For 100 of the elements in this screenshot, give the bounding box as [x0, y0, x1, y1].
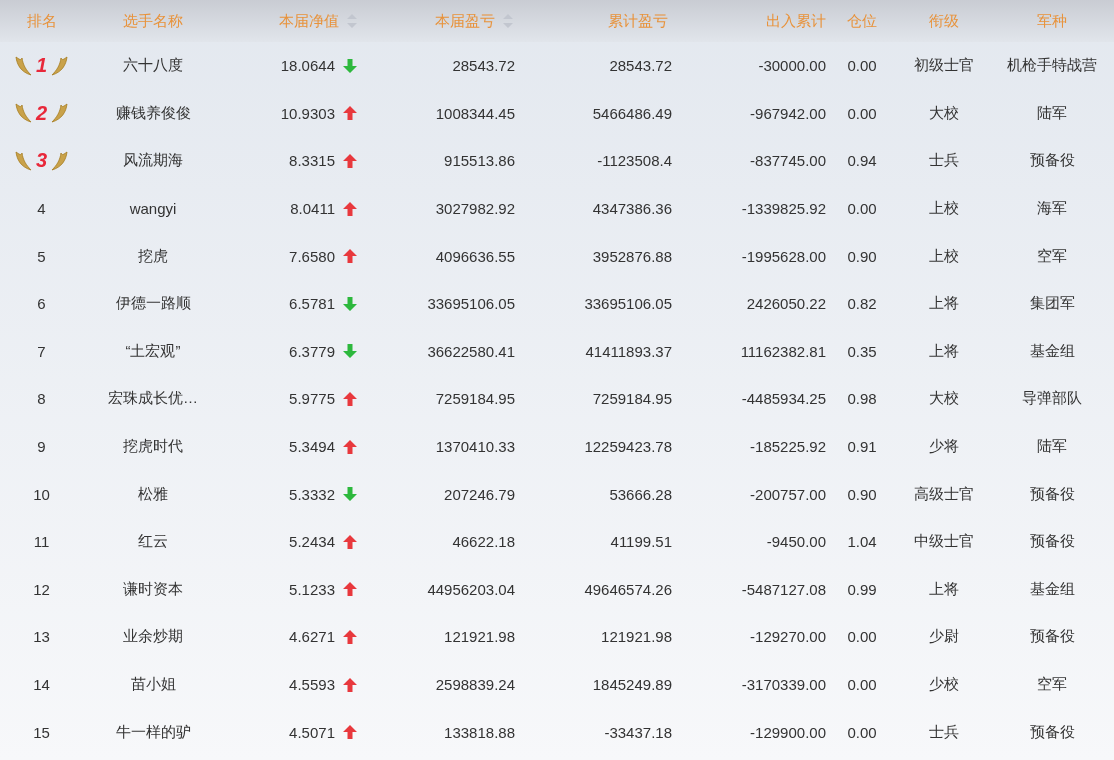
net-flow-value: -9450.00 — [766, 533, 826, 551]
branch-text: 集团军 — [1029, 294, 1075, 314]
net-flow-value: -185225.92 — [750, 438, 826, 456]
rank-number: 6 — [37, 295, 46, 313]
total-profit-value: 3952876.88 — [592, 247, 672, 265]
position-value: 0.91 — [847, 438, 877, 456]
player-name: 松雅 — [138, 484, 168, 504]
profit-value: 207246.79 — [444, 485, 515, 503]
total-profit-value: 7259184.95 — [592, 390, 672, 408]
total-profit-value: 5466486.49 — [592, 104, 672, 122]
column-header: 累计盈亏 — [608, 11, 668, 31]
net-flow-value: -200757.00 — [750, 485, 826, 503]
total-profit-value: 33695106.05 — [584, 295, 672, 313]
rank-number: 14 — [33, 676, 50, 693]
player-name: 挖虎时代 — [123, 437, 183, 457]
position-value: 0.99 — [847, 580, 877, 598]
rank-number: 2 — [35, 101, 48, 125]
position-value: 0.98 — [847, 390, 877, 408]
sortable-column-header[interactable]: 本届盈亏 — [435, 11, 513, 31]
sort-icon[interactable] — [347, 14, 357, 28]
grade-text: 少将 — [929, 437, 959, 457]
net-value: 8.0411 — [290, 200, 335, 218]
profit-value: 121921.98 — [444, 628, 515, 646]
rank-number: 7 — [37, 342, 46, 360]
grade-text: 上将 — [929, 341, 959, 361]
player-name: 业余炒期 — [123, 627, 183, 647]
rank-number: 10 — [33, 485, 50, 503]
player-name: 苗小姐 — [130, 675, 176, 694]
player-name: 牛一样的驴 — [115, 722, 191, 742]
player-name: 赚钱养俊俊 — [115, 103, 191, 123]
total-profit-value: 121921.98 — [601, 628, 672, 646]
profit-value: 133818.88 — [444, 723, 515, 741]
player-name: 风流期海 — [123, 151, 183, 171]
profit-value: 915513.86 — [444, 152, 515, 170]
net-value: 5.3494 — [289, 438, 335, 456]
position-value: 0.00 — [847, 57, 877, 75]
grade-text: 上校 — [929, 199, 959, 219]
profit-value: 1370410.33 — [435, 438, 515, 456]
rank-number: 3 — [35, 149, 48, 173]
laurel-icon — [13, 150, 34, 172]
net-flow-value: -5487127.08 — [741, 580, 826, 598]
profit-value: 2598839.24 — [435, 676, 515, 693]
total-profit-value: 12259423.78 — [584, 438, 672, 456]
total-profit-value: 49646574.26 — [584, 580, 672, 598]
net-value: 10.9303 — [280, 104, 335, 122]
player-name: 挖虎 — [138, 246, 168, 266]
player-name: 六十八度 — [123, 56, 183, 76]
rank-number: 12 — [33, 580, 50, 598]
rank-number: 11 — [33, 533, 50, 551]
profit-value: 33695106.05 — [427, 295, 515, 313]
branch-text: 预备役 — [1029, 532, 1075, 552]
rank-number: 4 — [37, 200, 46, 218]
column-header: 军种 — [1037, 11, 1067, 31]
net-value: 6.5781 — [289, 295, 335, 313]
net-flow-value: -30000.00 — [758, 57, 826, 75]
player-name: “土宏观” — [125, 341, 181, 361]
net-value: 8.3315 — [289, 152, 335, 170]
net-value: 4.5071 — [289, 723, 335, 741]
player-name: 红云 — [138, 532, 168, 552]
grade-text: 大校 — [929, 389, 959, 409]
position-value: 0.00 — [847, 723, 877, 741]
column-header: 出入累计 — [766, 11, 826, 31]
net-flow-value: 2426050.22 — [746, 295, 826, 313]
rank-number: 13 — [33, 628, 50, 646]
sort-icon[interactable] — [503, 14, 513, 28]
grade-text: 高级士官 — [914, 484, 974, 504]
laurel-icon — [49, 102, 70, 125]
total-profit-value: 1845249.89 — [592, 676, 672, 693]
laurel-icon — [13, 102, 34, 125]
net-flow-value: -837745.00 — [750, 152, 826, 170]
profit-value: 28543.72 — [452, 57, 515, 75]
net-flow-value: -129900.00 — [750, 723, 826, 741]
branch-text: 导弹部队 — [1022, 389, 1082, 409]
total-profit-value: 41411893.37 — [585, 342, 672, 360]
net-flow-value: -129270.00 — [750, 628, 826, 646]
profit-value: 4096636.55 — [435, 247, 515, 265]
grade-text: 初级士官 — [914, 56, 974, 76]
total-profit-value: -33437.18 — [604, 723, 672, 741]
laurel-icon — [13, 54, 34, 77]
net-flow-value: 11162382.81 — [740, 342, 826, 360]
total-profit-value: 4347386.36 — [592, 200, 672, 218]
rank-number: 5 — [37, 247, 46, 265]
grade-text: 少校 — [929, 675, 959, 694]
profit-value: 3027982.92 — [435, 200, 515, 218]
position-value: 0.00 — [847, 676, 877, 693]
rank-number: 8 — [37, 390, 46, 408]
sortable-column-header[interactable]: 本届净值 — [279, 11, 357, 31]
position-value: 0.35 — [847, 342, 877, 360]
grade-text: 士兵 — [929, 151, 959, 171]
player-name: 谦时资本 — [123, 579, 183, 599]
branch-text: 预备役 — [1029, 627, 1075, 647]
profit-value: 36622580.41 — [427, 342, 515, 360]
net-flow-value: -3170339.00 — [741, 676, 826, 693]
grade-text: 中级士官 — [914, 532, 974, 552]
grade-text: 士兵 — [929, 722, 959, 742]
profit-value: 46622.18 — [452, 533, 515, 551]
net-value: 5.2434 — [289, 533, 335, 551]
position-value: 0.94 — [847, 152, 877, 170]
branch-text: 空军 — [1037, 246, 1067, 266]
net-value: 4.6271 — [289, 628, 335, 646]
